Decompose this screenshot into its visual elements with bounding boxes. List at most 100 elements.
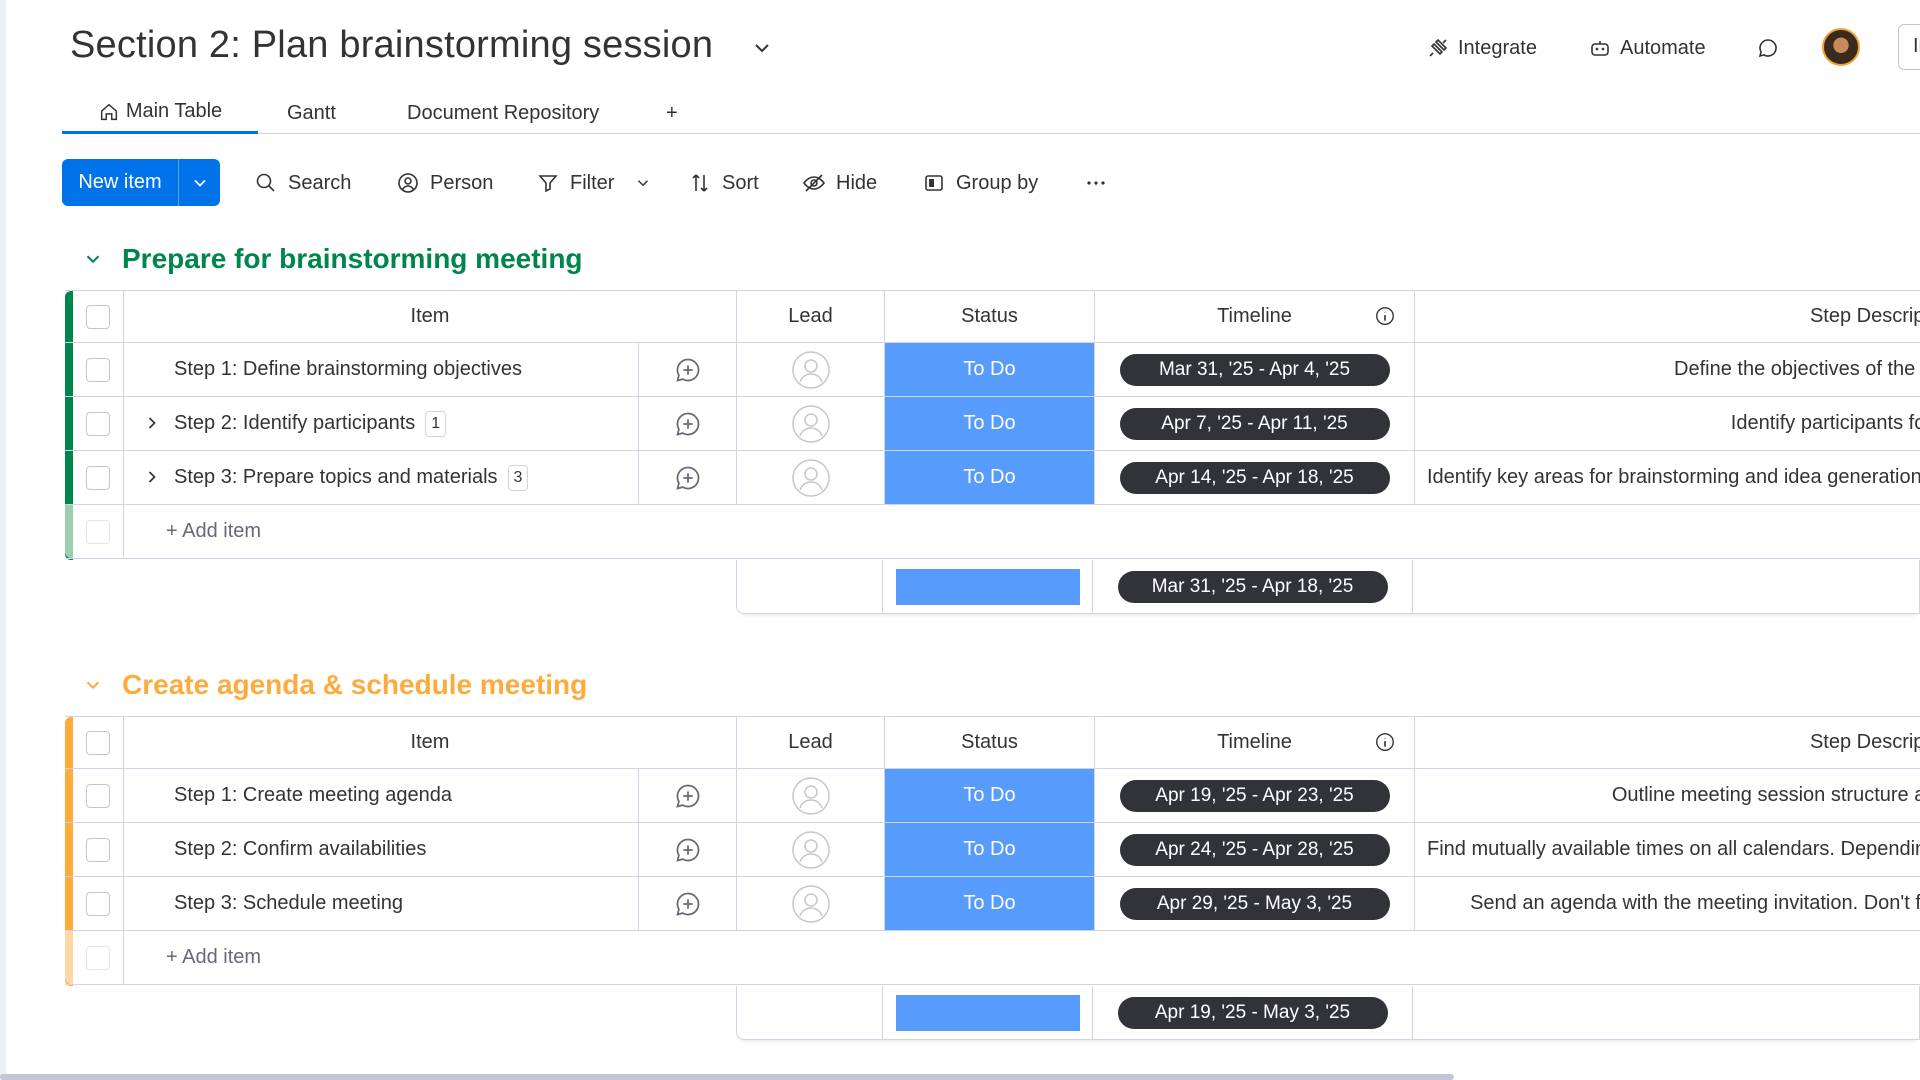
row-checkbox[interactable] <box>86 892 110 916</box>
filter-button[interactable]: Filter <box>536 164 652 202</box>
item-cell[interactable]: Step 1: Create meeting agenda <box>123 769 638 822</box>
add-update-button[interactable] <box>638 397 736 450</box>
select-all-checkbox[interactable] <box>86 731 110 755</box>
integrate-button[interactable]: Integrate <box>1426 28 1537 68</box>
board-title[interactable]: Section 2: Plan brainstorming session <box>70 24 713 67</box>
item-cell[interactable]: Step 2: Identify participants 1 <box>123 397 638 450</box>
description-cell[interactable]: Send an agenda with the meeting invitati… <box>1414 877 1920 930</box>
table-row[interactable]: Step 3: Prepare topics and materials 3 T… <box>65 451 1920 505</box>
updates-button[interactable] <box>1756 28 1780 68</box>
add-item-cell[interactable]: + Add item <box>123 931 1920 984</box>
status-cell[interactable]: To Do <box>884 397 1094 450</box>
person-filter-button[interactable]: Person <box>396 164 493 202</box>
table-row[interactable]: Step 1: Create meeting agenda To Do Apr … <box>65 769 1920 823</box>
automate-button[interactable]: Automate <box>1588 28 1706 68</box>
chevron-down-icon[interactable] <box>82 248 104 270</box>
row-checkbox[interactable] <box>86 466 110 490</box>
horizontal-scrollbar[interactable] <box>0 1074 1454 1080</box>
add-update-button[interactable] <box>638 769 736 822</box>
add-update-button[interactable] <box>638 877 736 930</box>
description-cell[interactable]: Find mutually available times on all cal… <box>1414 823 1920 876</box>
timeline-cell[interactable]: Apr 19, '25 - Apr 23, '25 <box>1094 769 1414 822</box>
chevron-right-icon[interactable] <box>142 413 162 433</box>
table-row[interactable]: Step 2: Confirm availabilities To Do Apr… <box>65 823 1920 877</box>
lead-cell[interactable] <box>736 451 884 504</box>
table-row[interactable]: Step 3: Schedule meeting To Do Apr 29, '… <box>65 877 1920 931</box>
column-header-timeline[interactable]: Timeline <box>1094 717 1414 768</box>
status-cell[interactable]: To Do <box>884 343 1094 396</box>
add-item-cell[interactable]: + Add item <box>123 505 1920 558</box>
chevron-down-icon[interactable] <box>750 36 774 60</box>
new-item-button[interactable]: New item <box>62 159 220 206</box>
column-header-lead[interactable]: Lead <box>736 291 884 342</box>
tab-main-table[interactable]: Main Table <box>62 92 258 134</box>
item-cell[interactable]: Step 2: Confirm availabilities <box>123 823 638 876</box>
lead-cell[interactable] <box>736 877 884 930</box>
subitems-count-badge[interactable]: 3 <box>507 464 529 491</box>
info-icon[interactable] <box>1374 731 1396 753</box>
group-header[interactable]: Create agenda & schedule meeting <box>82 665 587 705</box>
column-header-status[interactable]: Status <box>884 291 1094 342</box>
hide-button[interactable]: Hide <box>802 164 877 202</box>
invite-button[interactable]: Invite <box>1898 24 1920 70</box>
row-checkbox[interactable] <box>86 412 110 436</box>
item-cell[interactable]: Step 1: Define brainstorming objectives <box>123 343 638 396</box>
status-cell[interactable]: To Do <box>884 877 1094 930</box>
description-cell[interactable]: Outline meeting session structure ar <box>1414 769 1920 822</box>
item-cell[interactable]: Step 3: Schedule meeting <box>123 877 638 930</box>
status-summary[interactable] <box>882 560 1092 613</box>
select-all-checkbox[interactable] <box>86 305 110 329</box>
status-cell[interactable]: To Do <box>884 769 1094 822</box>
subitems-count-badge[interactable]: 1 <box>425 410 447 437</box>
chevron-down-icon[interactable] <box>634 174 652 192</box>
description-cell[interactable]: Identify key areas for brainstorming and… <box>1414 451 1920 504</box>
status-summary[interactable] <box>882 986 1092 1039</box>
add-update-button[interactable] <box>638 451 736 504</box>
group-header[interactable]: Prepare for brainstorming meeting <box>82 239 583 279</box>
add-item-row[interactable]: + Add item <box>65 931 1920 985</box>
tab-gantt[interactable]: Gantt <box>287 92 336 134</box>
add-item-label[interactable]: + Add item <box>124 946 261 969</box>
group-by-button[interactable]: Group by <box>922 164 1038 202</box>
status-cell[interactable]: To Do <box>884 451 1094 504</box>
info-icon[interactable] <box>1374 305 1396 327</box>
row-checkbox[interactable] <box>86 838 110 862</box>
timeline-cell[interactable]: Mar 31, '25 - Apr 4, '25 <box>1094 343 1414 396</box>
column-header-description[interactable]: Step Descript <box>1414 291 1920 342</box>
column-header-item[interactable]: Item <box>123 717 736 768</box>
status-cell[interactable]: To Do <box>884 823 1094 876</box>
row-checkbox[interactable] <box>86 784 110 808</box>
item-cell[interactable]: Step 3: Prepare topics and materials 3 <box>123 451 638 504</box>
add-item-row[interactable]: + Add item <box>65 505 1920 559</box>
description-cell[interactable]: Define the objectives of the b <box>1414 343 1920 396</box>
table-row[interactable]: Step 2: Identify participants 1 To Do Ap… <box>65 397 1920 451</box>
column-header-lead[interactable]: Lead <box>736 717 884 768</box>
lead-cell[interactable] <box>736 769 884 822</box>
lead-cell[interactable] <box>736 343 884 396</box>
column-header-timeline[interactable]: Timeline <box>1094 291 1414 342</box>
timeline-cell[interactable]: Apr 24, '25 - Apr 28, '25 <box>1094 823 1414 876</box>
group-title[interactable]: Prepare for brainstorming meeting <box>122 243 583 275</box>
column-header-description[interactable]: Step Descript <box>1414 717 1920 768</box>
add-view-button[interactable]: + <box>666 92 678 134</box>
timeline-cell[interactable]: Apr 7, '25 - Apr 11, '25 <box>1094 397 1414 450</box>
lead-cell[interactable] <box>736 397 884 450</box>
timeline-cell[interactable]: Apr 14, '25 - Apr 18, '25 <box>1094 451 1414 504</box>
lead-cell[interactable] <box>736 823 884 876</box>
add-update-button[interactable] <box>638 343 736 396</box>
row-checkbox[interactable] <box>86 358 110 382</box>
sort-button[interactable]: Sort <box>688 164 759 202</box>
tab-document-repository[interactable]: Document Repository <box>407 92 599 134</box>
column-header-status[interactable]: Status <box>884 717 1094 768</box>
timeline-cell[interactable]: Apr 29, '25 - May 3, '25 <box>1094 877 1414 930</box>
chevron-down-icon[interactable] <box>82 674 104 696</box>
more-options-button[interactable] <box>1084 164 1108 202</box>
user-avatar[interactable] <box>1822 28 1860 66</box>
column-header-item[interactable]: Item <box>123 291 736 342</box>
chevron-right-icon[interactable] <box>142 467 162 487</box>
search-button[interactable]: Search <box>254 164 351 202</box>
add-update-button[interactable] <box>638 823 736 876</box>
group-title[interactable]: Create agenda & schedule meeting <box>122 669 587 701</box>
new-item-dropdown[interactable] <box>178 159 220 206</box>
add-item-label[interactable]: + Add item <box>124 520 261 543</box>
